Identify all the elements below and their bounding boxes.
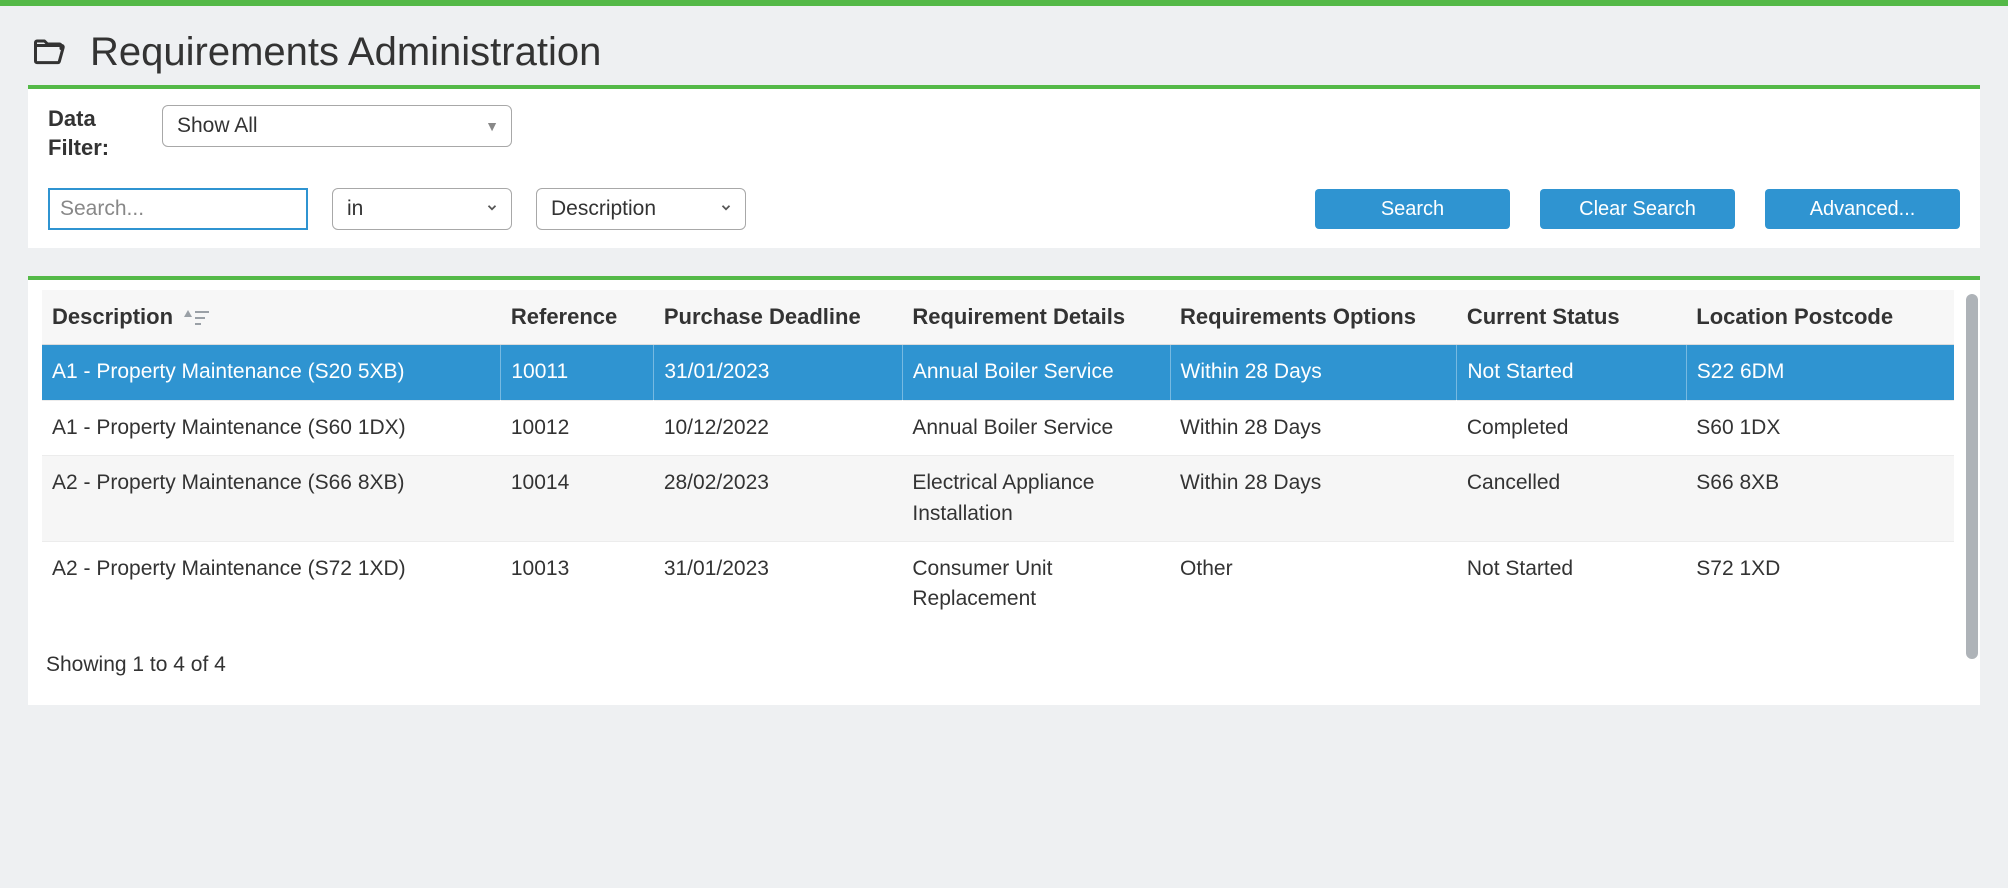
col-description[interactable]: Description: [42, 290, 501, 345]
data-filter-value: Show All: [177, 114, 258, 138]
field-value: Description: [551, 197, 656, 221]
cell-deadline: 31/01/2023: [654, 345, 903, 400]
advanced-button[interactable]: Advanced...: [1765, 189, 1960, 229]
cell-reference: 10012: [501, 400, 654, 455]
col-status[interactable]: Current Status: [1457, 290, 1686, 345]
operator-select[interactable]: in: [332, 188, 512, 230]
table-row[interactable]: A1 - Property Maintenance (S20 5XB)10011…: [42, 345, 1954, 400]
col-postcode[interactable]: Location Postcode: [1686, 290, 1954, 345]
cell-details: Electrical Appliance Installation: [902, 456, 1170, 542]
cell-description: A2 - Property Maintenance (S72 1XD): [42, 541, 501, 626]
data-filter-label: Data Filter:: [48, 105, 138, 162]
cell-status: Cancelled: [1457, 456, 1686, 542]
paging-text: Showing 1 to 4 of 4: [42, 627, 1972, 681]
caret-down-icon: ▼: [485, 118, 499, 134]
cell-status: Not Started: [1457, 345, 1686, 400]
sort-asc-icon: [183, 310, 209, 326]
cell-postcode: S66 8XB: [1686, 456, 1954, 542]
folder-open-icon: [28, 35, 70, 71]
cell-options: Other: [1170, 541, 1457, 626]
chevron-down-icon: [719, 201, 733, 218]
col-deadline[interactable]: Purchase Deadline: [654, 290, 903, 345]
cell-postcode: S72 1XD: [1686, 541, 1954, 626]
search-button[interactable]: Search: [1315, 189, 1510, 229]
results-table: Description Reference Purchase Deadline …: [42, 290, 1954, 627]
col-details[interactable]: Requirement Details: [902, 290, 1170, 345]
operator-value: in: [347, 197, 363, 221]
col-options[interactable]: Requirements Options: [1170, 290, 1457, 345]
cell-description: A1 - Property Maintenance (S60 1DX): [42, 400, 501, 455]
results-panel: Description Reference Purchase Deadline …: [28, 276, 1980, 705]
page-header: Requirements Administration: [28, 30, 1980, 75]
cell-options: Within 28 Days: [1170, 456, 1457, 542]
table-header-row: Description Reference Purchase Deadline …: [42, 290, 1954, 345]
cell-deadline: 28/02/2023: [654, 456, 903, 542]
cell-description: A1 - Property Maintenance (S20 5XB): [42, 345, 501, 400]
table-row[interactable]: A2 - Property Maintenance (S66 8XB)10014…: [42, 456, 1954, 542]
cell-reference: 10014: [501, 456, 654, 542]
data-filter-select[interactable]: Show All ▼: [162, 105, 512, 147]
cell-description: A2 - Property Maintenance (S66 8XB): [42, 456, 501, 542]
cell-deadline: 10/12/2022: [654, 400, 903, 455]
clear-search-button[interactable]: Clear Search: [1540, 189, 1735, 229]
cell-details: Consumer Unit Replacement: [902, 541, 1170, 626]
field-select[interactable]: Description: [536, 188, 746, 230]
table-row[interactable]: A2 - Property Maintenance (S72 1XD)10013…: [42, 541, 1954, 626]
col-reference[interactable]: Reference: [501, 290, 654, 345]
filter-panel: Data Filter: Show All ▼ in Description: [28, 85, 1980, 248]
scrollbar-vertical[interactable]: [1966, 294, 1978, 659]
cell-status: Completed: [1457, 400, 1686, 455]
cell-postcode: S60 1DX: [1686, 400, 1954, 455]
search-input[interactable]: [48, 188, 308, 230]
cell-options: Within 28 Days: [1170, 345, 1457, 400]
col-description-label: Description: [52, 304, 173, 329]
table-row[interactable]: A1 - Property Maintenance (S60 1DX)10012…: [42, 400, 1954, 455]
cell-options: Within 28 Days: [1170, 400, 1457, 455]
cell-reference: 10011: [501, 345, 654, 400]
cell-details: Annual Boiler Service: [902, 345, 1170, 400]
cell-postcode: S22 6DM: [1686, 345, 1954, 400]
cell-status: Not Started: [1457, 541, 1686, 626]
page-title: Requirements Administration: [90, 30, 601, 75]
cell-details: Annual Boiler Service: [902, 400, 1170, 455]
cell-reference: 10013: [501, 541, 654, 626]
chevron-down-icon: [485, 201, 499, 218]
cell-deadline: 31/01/2023: [654, 541, 903, 626]
